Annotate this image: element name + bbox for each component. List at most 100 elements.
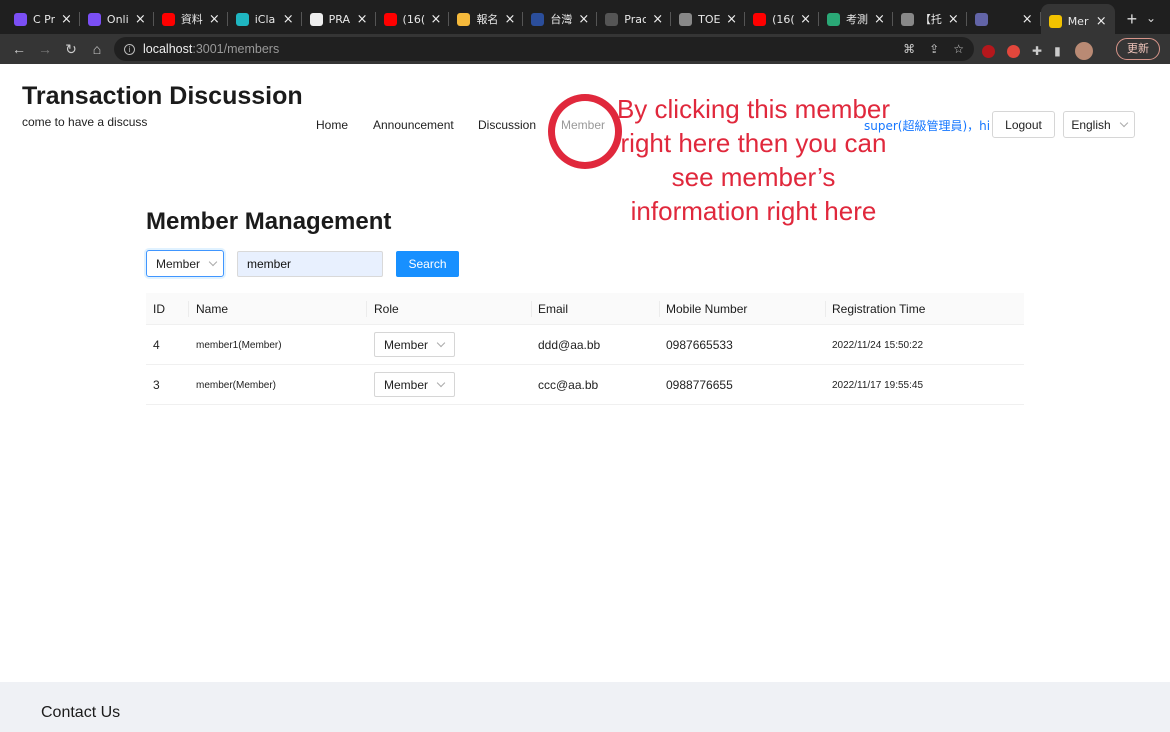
browser-tab[interactable]: C Pr × — [6, 4, 80, 34]
language-label: English — [1071, 117, 1111, 132]
column-header-email: Email — [538, 302, 569, 316]
search-input[interactable] — [237, 251, 383, 277]
language-select[interactable]: English — [1063, 111, 1135, 138]
tab-strip: C Pr × Onli × 資料 × iCla × PRA × (16(× 報名 × 台灣 × Prac × TO… — [6, 0, 1115, 38]
column-divider — [659, 301, 660, 317]
close-tab-icon[interactable]: × — [431, 12, 442, 27]
browser-tab[interactable]: 報名 × — [449, 4, 524, 34]
share-icon[interactable]: ⇪ — [929, 42, 939, 56]
close-tab-icon[interactable]: × — [135, 12, 146, 27]
ublock-extension-icon[interactable] — [982, 44, 995, 58]
footer: Contact Us — [0, 682, 1170, 732]
url-path: :3001/members — [192, 42, 280, 56]
cell-mobile: 0987665533 — [666, 338, 733, 352]
site-info-icon[interactable]: i — [124, 43, 135, 55]
tab-favicon-icon — [14, 12, 27, 26]
cell-name: member1(Member) — [196, 340, 282, 351]
tab-title: Onli — [106, 12, 129, 26]
role-select[interactable]: Member — [374, 372, 455, 397]
close-tab-icon[interactable]: × — [726, 12, 737, 27]
browser-tab[interactable]: × — [967, 4, 1041, 34]
brand-title[interactable]: Transaction Discussion — [22, 82, 303, 111]
chevron-down-icon — [208, 257, 218, 266]
puzzle-extensions-icon[interactable]: ✚ — [1032, 44, 1042, 58]
nav-home[interactable]: Home — [316, 118, 348, 132]
members-table: ID Name Role Email Mobile Number Registr… — [146, 293, 1024, 405]
profile-avatar[interactable] — [1074, 42, 1093, 60]
page: Transaction Discussion come to have a di… — [0, 64, 1170, 732]
table-header: ID Name Role Email Mobile Number Registr… — [146, 293, 1024, 325]
update-button[interactable]: 更新 — [1116, 38, 1160, 60]
close-tab-icon[interactable]: × — [800, 12, 811, 27]
browser-tab[interactable]: Mer × — [1040, 4, 1115, 38]
tab-title: 資料 — [180, 13, 203, 26]
tab-favicon-icon — [87, 12, 101, 26]
translate-icon[interactable]: ⌘ — [903, 42, 915, 56]
new-tab-button[interactable]: + — [1127, 9, 1138, 30]
close-tab-icon[interactable]: × — [652, 12, 663, 27]
close-tab-icon[interactable]: × — [61, 12, 72, 27]
address-bar[interactable]: i localhost:3001/members ⌘ ⇪ ☆ — [114, 37, 974, 61]
tab-favicon-icon — [457, 12, 471, 26]
cell-registration-time: 2022/11/17 19:55:45 — [832, 380, 924, 391]
column-divider — [531, 301, 532, 317]
column-divider — [366, 301, 367, 317]
nav-discussion[interactable]: Discussion — [478, 118, 536, 132]
browser-tab[interactable]: 資料 × — [154, 4, 228, 34]
extension-icon[interactable] — [1007, 44, 1020, 58]
chevron-down-icon — [436, 338, 446, 347]
bookmark-star-icon[interactable]: ☆ — [953, 42, 964, 56]
browser-tab[interactable]: TOE × — [671, 4, 746, 34]
tab-title: 考測 — [845, 13, 868, 26]
page-title: Member Management — [146, 208, 392, 235]
side-panel-icon[interactable]: ▮ — [1054, 44, 1061, 58]
cell-registration-time: 2022/11/24 15:50:22 — [832, 340, 924, 351]
browser-tab[interactable]: Onli × — [80, 4, 154, 34]
close-tab-icon[interactable]: × — [357, 12, 368, 27]
tab-favicon-icon — [826, 12, 840, 26]
close-tab-icon[interactable]: × — [1096, 14, 1107, 29]
forward-arrow-icon[interactable]: → — [32, 41, 58, 57]
browser-tab[interactable]: (16(× — [745, 4, 819, 34]
column-divider — [825, 301, 826, 317]
browser-tab[interactable]: iCla × — [228, 4, 302, 34]
cell-email: ccc@aa.bb — [538, 378, 599, 392]
close-tab-icon[interactable]: × — [1022, 12, 1033, 27]
logout-button[interactable]: Logout — [992, 111, 1055, 138]
tab-title: 台灣 — [550, 13, 573, 26]
url-host: localhost — [143, 42, 193, 56]
browser-tab[interactable]: (16(× — [376, 4, 450, 34]
filter-type-select[interactable]: Member — [146, 250, 224, 277]
cell-id: 3 — [153, 378, 160, 392]
address-bar-actions: ⌘ ⇪ ☆ — [903, 42, 964, 56]
role-select[interactable]: Member — [374, 332, 455, 357]
browser-tab[interactable]: 考測 × — [819, 4, 893, 34]
footer-title: Contact Us — [41, 704, 121, 721]
browser-tab[interactable]: PRA × — [302, 4, 376, 34]
close-tab-icon[interactable]: × — [283, 12, 294, 27]
reload-icon[interactable]: ↻ — [58, 41, 84, 58]
column-header-id: ID — [153, 302, 165, 316]
search-button[interactable]: Search — [396, 251, 459, 277]
tab-title: 報名 — [476, 13, 499, 26]
close-tab-icon[interactable]: × — [578, 12, 589, 27]
browser-tab[interactable]: Prac × — [597, 4, 672, 34]
back-arrow-icon[interactable]: ← — [6, 41, 32, 57]
browser-tab[interactable]: 台灣 × — [523, 4, 598, 34]
browser-tab[interactable]: 【托 × — [893, 4, 967, 34]
close-tab-icon[interactable]: × — [209, 12, 220, 27]
column-header-role: Role — [374, 302, 399, 316]
table-row: 3 member(Member) Member ccc@aa.bb 098877… — [146, 365, 1024, 405]
home-icon[interactable]: ⌂ — [84, 41, 110, 57]
close-tab-icon[interactable]: × — [504, 12, 515, 27]
column-header-mobile: Mobile Number — [666, 302, 748, 316]
tab-favicon-icon — [900, 12, 914, 26]
tab-title: C Pr — [33, 12, 55, 26]
nav-announcement[interactable]: Announcement — [373, 118, 454, 132]
tab-search-chevron-icon[interactable]: ⌄ — [1146, 11, 1156, 25]
table-row: 4 member1(Member) Member ddd@aa.bb 09876… — [146, 325, 1024, 365]
close-tab-icon[interactable]: × — [874, 12, 885, 27]
browser-tab-bar: C Pr × Onli × 資料 × iCla × PRA × (16(× 報名 × 台灣 × Prac × TO… — [0, 0, 1170, 38]
tab-favicon-icon — [1048, 14, 1062, 28]
close-tab-icon[interactable]: × — [948, 12, 959, 27]
